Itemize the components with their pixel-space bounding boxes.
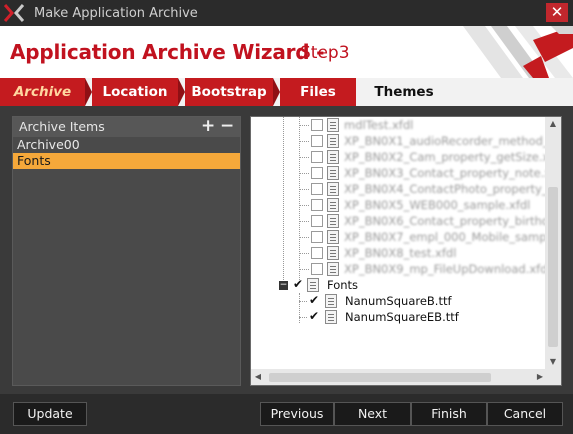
collapse-toggle[interactable]: − [279, 281, 288, 290]
file-label: XP_BN0X7_empl_000_Mobile_sampleMenu [344, 230, 561, 244]
file-icon [325, 294, 337, 308]
tab-separator [273, 78, 280, 106]
header-decoration-icon [463, 26, 573, 78]
file-icon [327, 118, 339, 132]
font-file-label: NanumSquareEB.ttf [345, 310, 459, 324]
file-label: XP_BN0X9_mp_FileUpDownload.xfdl [344, 262, 551, 276]
cancel-button[interactable]: Cancel [487, 402, 563, 426]
tree-line [283, 117, 284, 282]
file-label: XP_BN0X1_audioRecorder_method_event [344, 134, 562, 148]
folder-label: Fonts [327, 278, 359, 292]
file-label: XP_BN0X2_Cam_property_getSize.xfdl [344, 150, 562, 164]
file-checkbox[interactable] [311, 215, 323, 227]
file-checkbox[interactable] [311, 231, 323, 243]
archive-items-panel: Archive Items + − Archive00 Fonts [12, 116, 241, 386]
file-icon [327, 246, 339, 260]
file-icon [327, 166, 339, 180]
file-icon [327, 198, 339, 212]
file-checkbox[interactable] [311, 135, 323, 147]
file-label: mdlTest.xfdl [344, 118, 414, 132]
scroll-down-arrow-icon[interactable]: ▼ [545, 355, 561, 369]
add-item-button[interactable]: + [201, 117, 215, 137]
tab-separator [85, 78, 92, 106]
file-checkbox[interactable] [311, 183, 323, 195]
file-label: XP_BN0X8_test.xfdl [344, 246, 457, 260]
tab-archive[interactable]: Archive [0, 78, 85, 106]
file-icon [327, 262, 339, 276]
file-icon [327, 150, 339, 164]
next-button[interactable]: Next [334, 402, 411, 426]
tab-themes[interactable]: Themes [356, 78, 452, 106]
file-icon [327, 182, 339, 196]
wizard-step: Step3 [300, 43, 350, 63]
wizard-tabs: Archive Location Bootstrap Files Themes [0, 78, 573, 106]
title-bar: Make Application Archive ✕ [0, 0, 573, 26]
file-checkbox[interactable] [311, 247, 323, 259]
file-label: XP_BN0X4_ContactPhoto_property_photo [344, 182, 562, 196]
wizard-body: Archive Items + − Archive00 Fonts mdlTes… [0, 106, 573, 394]
archive-item-archive00[interactable]: Archive00 [13, 137, 240, 153]
previous-button[interactable]: Previous [260, 402, 334, 426]
tab-separator [178, 78, 185, 106]
wizard-header: Application Archive Wizard - Step3 [0, 26, 573, 78]
file-label: XP_BN0X3_Contact_property_note.xfdl [344, 166, 562, 180]
file-checkbox[interactable] [311, 151, 323, 163]
file-label: XP_BN0X6_Contact_property_birthday.xt [344, 214, 562, 228]
file-tree-panel: mdlTest.xfdl XP_BN0X1_audioRecorder_meth… [250, 116, 562, 386]
font-checkbox[interactable] [309, 292, 321, 308]
file-checkbox[interactable] [311, 119, 323, 131]
archive-items-header: Archive Items + − [13, 117, 240, 137]
folder-icon [307, 278, 319, 292]
vertical-scroll-thumb[interactable] [548, 187, 558, 347]
scroll-left-arrow-icon[interactable]: ◀ [251, 369, 265, 385]
horizontal-scrollbar[interactable]: ◀ ▶ [251, 369, 547, 385]
vertical-scrollbar[interactable]: ▲ ▼ [545, 117, 561, 369]
archive-items-title: Archive Items [19, 119, 105, 134]
tab-files[interactable]: Files [280, 78, 356, 106]
wizard-footer: Update Previous Next Finish Cancel [0, 394, 573, 434]
finish-button[interactable]: Finish [411, 402, 487, 426]
file-icon [325, 310, 337, 324]
window-title: Make Application Archive [34, 6, 198, 21]
folder-checkbox[interactable] [293, 276, 305, 292]
horizontal-scroll-thumb[interactable] [269, 373, 491, 382]
file-checkbox[interactable] [311, 263, 323, 275]
font-file-label: NanumSquareB.ttf [345, 294, 452, 308]
file-icon [327, 214, 339, 228]
font-checkbox[interactable] [309, 308, 321, 324]
tab-bootstrap[interactable]: Bootstrap [185, 78, 273, 106]
remove-item-button[interactable]: − [220, 117, 234, 137]
file-icon [327, 134, 339, 148]
app-logo-icon [4, 4, 24, 22]
update-button[interactable]: Update [13, 402, 87, 426]
tab-location[interactable]: Location [92, 78, 178, 106]
file-checkbox[interactable] [311, 167, 323, 179]
tree-line [299, 293, 300, 323]
file-icon [327, 230, 339, 244]
scroll-corner [545, 369, 561, 385]
file-checkbox[interactable] [311, 199, 323, 211]
archive-item-fonts[interactable]: Fonts [13, 153, 240, 169]
file-label: XP_BN0X5_WEB000_sample.xfdl [344, 198, 531, 212]
close-button[interactable]: ✕ [546, 3, 568, 22]
wizard-title: Application Archive Wizard - [10, 40, 325, 64]
scroll-up-arrow-icon[interactable]: ▲ [545, 117, 561, 131]
